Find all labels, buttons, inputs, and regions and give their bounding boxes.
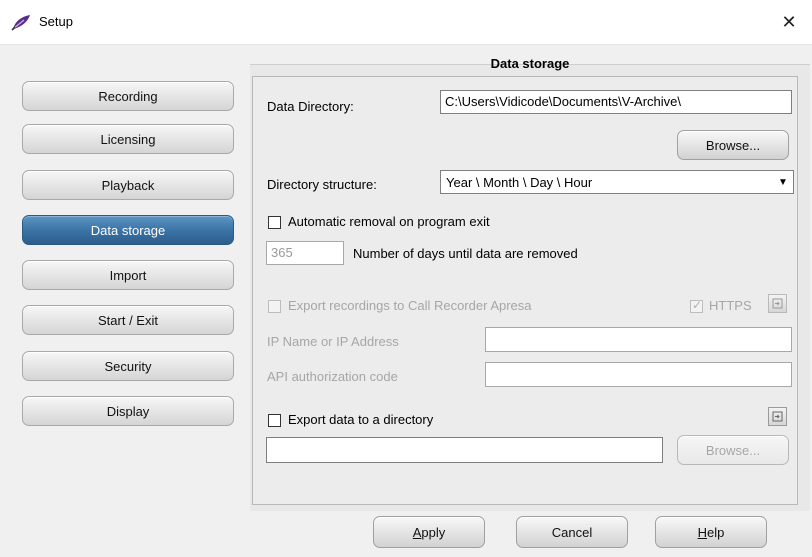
nav-item-label: Security: [104, 358, 152, 374]
export-directory-input[interactable]: [266, 437, 663, 463]
data-directory-label: Data Directory:: [267, 99, 354, 114]
nav-item-label: Licensing: [100, 131, 156, 147]
cancel-button-label: Cancel: [551, 524, 593, 540]
nav-item-label: Data storage: [90, 222, 166, 238]
export-directory-settings-button[interactable]: [768, 407, 787, 426]
browse-button-label: Browse...: [705, 137, 761, 153]
checkmark-icon: ✓: [692, 298, 703, 312]
nav-item-recording[interactable]: Recording: [22, 81, 234, 111]
chevron-down-icon: ▼: [778, 176, 788, 188]
data-directory-input[interactable]: C:\Users\Vidicode\Documents\V-Archive\: [440, 90, 792, 114]
apply-button[interactable]: Apply: [373, 516, 485, 548]
export-apresa-checkbox[interactable]: [268, 300, 281, 313]
nav-item-label: Display: [106, 403, 150, 419]
app-feather-icon: [11, 15, 30, 31]
cancel-button[interactable]: Cancel: [516, 516, 628, 548]
nav-item-playback[interactable]: Playback: [22, 170, 234, 200]
nav-item-label: Start / Exit: [98, 312, 158, 328]
auto-removal-label: Automatic removal on program exit: [288, 214, 490, 229]
export-apresa-label: Export recordings to Call Recorder Apres…: [288, 298, 532, 313]
api-code-label: API authorization code: [267, 369, 398, 384]
setup-window: Setup ✕ Recording Licensing Playback Dat…: [0, 0, 812, 557]
apply-button-label: Apply: [412, 524, 446, 540]
nav-item-start-exit[interactable]: Start / Exit: [22, 305, 234, 335]
auto-removal-checkbox[interactable]: [268, 216, 281, 229]
ip-name-label: IP Name or IP Address: [267, 334, 399, 349]
api-code-input[interactable]: [485, 362, 792, 387]
nav-item-label: Recording: [98, 88, 158, 104]
nav-item-licensing[interactable]: Licensing: [22, 124, 234, 154]
arrow-right-icon: [772, 298, 783, 309]
export-directory-label: Export data to a directory: [288, 412, 434, 427]
title-bar: Setup ✕: [0, 0, 812, 44]
arrow-right-icon: [772, 411, 783, 422]
directory-structure-label: Directory structure:: [267, 177, 377, 192]
directory-structure-value: Year \ Month \ Day \ Hour: [446, 175, 593, 190]
nav-item-display[interactable]: Display: [22, 396, 234, 426]
close-button[interactable]: ✕: [766, 0, 812, 44]
nav-item-label: Import: [109, 267, 147, 283]
https-label: HTTPS: [709, 298, 752, 313]
export-directory-checkbox[interactable]: [268, 414, 281, 427]
browse-button-label: Browse...: [705, 442, 761, 458]
directory-structure-select[interactable]: Year \ Month \ Day \ Hour ▼: [440, 170, 794, 194]
apresa-settings-button[interactable]: [768, 294, 787, 313]
nav-item-security[interactable]: Security: [22, 351, 234, 381]
https-checkbox[interactable]: ✓: [690, 298, 703, 313]
removal-days-input[interactable]: 365: [266, 241, 344, 265]
close-icon: ✕: [781, 11, 797, 32]
window-title: Setup: [39, 14, 73, 29]
removal-days-label: Number of days until data are removed: [353, 246, 578, 261]
ip-name-input[interactable]: [485, 327, 792, 352]
nav-item-label: Playback: [101, 177, 155, 193]
help-button[interactable]: Help: [655, 516, 767, 548]
browse-export-directory-button[interactable]: Browse...: [677, 435, 789, 465]
panel-title: Data storage: [490, 56, 570, 71]
nav-item-data-storage[interactable]: Data storage: [22, 215, 234, 245]
browse-data-directory-button[interactable]: Browse...: [677, 130, 789, 160]
nav-item-import[interactable]: Import: [22, 260, 234, 290]
help-button-label: Help: [697, 524, 725, 540]
